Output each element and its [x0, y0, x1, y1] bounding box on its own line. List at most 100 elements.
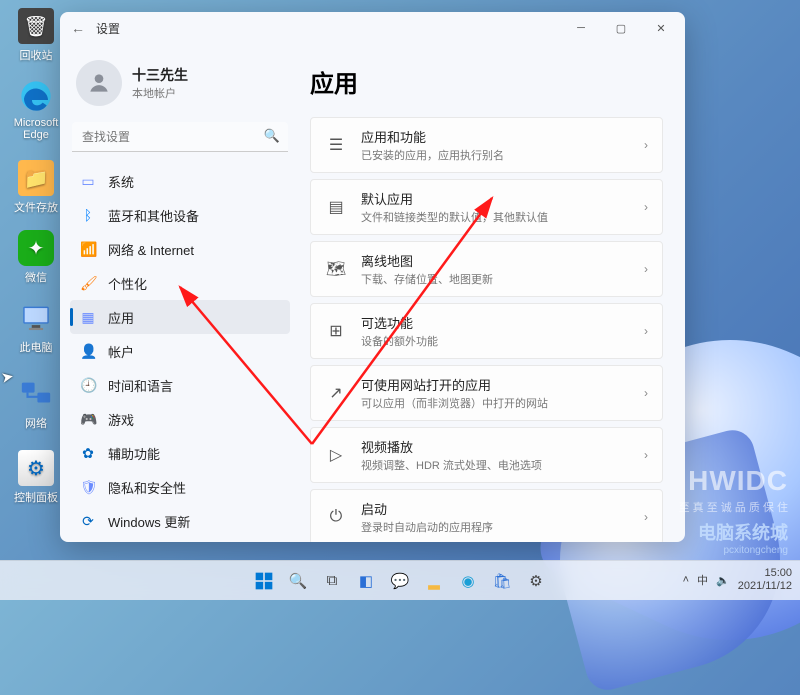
nav-item-2[interactable]: 📶 网络 & Internet	[70, 232, 290, 266]
settings-window: ← 设置 ─ ▢ ✕ 十三先生 本地帐户 🔍	[60, 12, 685, 542]
card-title: 视频播放	[361, 437, 644, 456]
close-button[interactable]: ✕	[641, 14, 681, 42]
card-sub: 登录时自动启动的应用程序	[361, 519, 644, 535]
store-icon[interactable]: 🛍	[488, 567, 516, 595]
nav-label: 个性化	[108, 274, 147, 293]
desktop-icon-recycle[interactable]: 🗑回收站	[8, 8, 64, 63]
nav-item-5[interactable]: 👤 帐户	[70, 334, 290, 368]
card-title: 默认应用	[361, 189, 644, 208]
card-sub: 可以应用（而非浏览器）中打开的网站	[361, 395, 644, 411]
settings-taskbar-icon[interactable]: ⚙	[522, 567, 550, 595]
minimize-button[interactable]: ─	[561, 14, 601, 42]
nav-item-10[interactable]: ⟳Windows 更新	[70, 504, 290, 538]
nav-item-4[interactable]: ▦ 应用	[70, 300, 290, 334]
user-block[interactable]: 十三先生 本地帐户	[70, 52, 290, 122]
nav-icon: 👤	[80, 343, 96, 360]
nav-list: ▭ 系统 ᛒ 蓝牙和其他设备 📶 网络 & Internet 🖌 个性化 ▦ 应用 👤 帐户 🕘 时间和语…	[70, 164, 290, 542]
desktop-icon-control[interactable]: ⚙控制面板	[8, 450, 64, 505]
nav-icon: 🖌	[80, 275, 96, 292]
card-sub: 文件和链接类型的默认值，其他默认值	[361, 209, 644, 225]
desktop-icon-folder[interactable]: 📁文件存放	[8, 160, 64, 215]
watermark: HWIDC 至 真 至 诚 品 质 保 住 电脑系统城 pcxitongchen…	[679, 465, 788, 556]
nav-icon: 🕘	[80, 377, 96, 394]
edge-icon	[18, 78, 54, 114]
taskbar: 🔍 ⧉ ◧ 💬 ▂ ◉ 🛍 ⚙	[0, 560, 800, 600]
card-1[interactable]: ▤默认应用文件和链接类型的默认值，其他默认值›	[310, 179, 663, 235]
clock[interactable]: 15:002021/11/12	[738, 567, 792, 592]
nav-icon: ▭	[80, 173, 96, 190]
nav-item-6[interactable]: 🕘 时间和语言	[70, 368, 290, 402]
chevron-right-icon: ›	[644, 448, 648, 462]
desktop-icon-edge[interactable]: Microsoft Edge	[8, 78, 64, 141]
cards-container: ☰应用和功能已安装的应用，应用执行别名›▤默认应用文件和链接类型的默认值，其他默…	[310, 117, 663, 542]
card-3[interactable]: ⊞可选功能设备的额外功能›	[310, 303, 663, 359]
nav-icon: ᛒ	[80, 207, 96, 223]
explorer-icon[interactable]: ▂	[420, 567, 448, 595]
maximize-button[interactable]: ▢	[601, 14, 641, 42]
desktop-icon-wechat[interactable]: ✦微信	[8, 230, 64, 285]
edge-taskbar-icon[interactable]: ◉	[454, 567, 482, 595]
card-icon: 🗺	[325, 259, 347, 279]
card-icon: ▷	[325, 445, 347, 465]
card-0[interactable]: ☰ 应用和功能已安装的应用，应用执行别名›	[310, 117, 663, 173]
search-input[interactable]	[72, 122, 288, 152]
chat-icon[interactable]: 💬	[386, 567, 414, 595]
nav-label: 隐私和安全性	[108, 478, 186, 497]
nav-label: 帐户	[108, 342, 134, 361]
system-tray[interactable]: ˄ 中 🔈 15:002021/11/12	[683, 560, 792, 600]
chevron-right-icon: ›	[644, 510, 648, 524]
wechat-icon: ✦	[18, 230, 54, 266]
chevron-right-icon: ›	[644, 138, 648, 152]
start-button[interactable]	[250, 567, 278, 595]
nav-icon: 📶	[80, 241, 96, 258]
nav-item-1[interactable]: ᛒ 蓝牙和其他设备	[70, 198, 290, 232]
nav-item-3[interactable]: 🖌 个性化	[70, 266, 290, 300]
card-icon: ⊞	[325, 321, 347, 341]
desktop-icon-thispc[interactable]: 此电脑	[8, 300, 64, 355]
nav-item-7[interactable]: 🎮游戏	[70, 402, 290, 436]
card-title: 应用和功能	[361, 127, 644, 146]
folder-icon: 📁	[18, 160, 54, 196]
card-sub: 设备的额外功能	[361, 333, 644, 349]
back-button[interactable]: ←	[64, 20, 92, 36]
nav-item-8[interactable]: ✿辅助功能	[70, 436, 290, 470]
nav-icon: ⟳	[80, 513, 96, 530]
nav-icon: ▦	[80, 309, 96, 326]
nav-label: 系统	[108, 172, 134, 191]
card-icon: ☰	[325, 135, 347, 155]
taskbar-search-icon[interactable]: 🔍	[284, 567, 312, 595]
card-sub: 已安装的应用，应用执行别名	[361, 147, 644, 163]
card-5[interactable]: ▷ 视频播放视频调整、HDR 流式处理、电池选项›	[310, 427, 663, 483]
card-icon: ↗	[325, 383, 347, 403]
card-4[interactable]: ↗可使用网站打开的应用可以应用（而非浏览器）中打开的网站›	[310, 365, 663, 421]
nav-label: 辅助功能	[108, 444, 160, 463]
volume-icon[interactable]: 🔈	[716, 574, 730, 587]
nav-item-9[interactable]: 🛡 隐私和安全性	[70, 470, 290, 504]
nav-label: 时间和语言	[108, 376, 173, 395]
nav-label: 网络 & Internet	[108, 240, 194, 259]
nav-label: 蓝牙和其他设备	[108, 206, 199, 225]
nav-icon: 🛡	[80, 479, 96, 496]
card-title: 离线地图	[361, 251, 644, 270]
card-icon: ⏻	[325, 508, 347, 526]
ime-icon[interactable]: 中	[697, 572, 708, 588]
user-sub: 本地帐户	[132, 85, 188, 101]
card-2[interactable]: 🗺离线地图下载、存储位置、地图更新›	[310, 241, 663, 297]
nav-item-0[interactable]: ▭ 系统	[70, 164, 290, 198]
titlebar: ← 设置 ─ ▢ ✕	[60, 12, 685, 44]
avatar-icon	[76, 60, 122, 106]
taskview-icon[interactable]: ⧉	[318, 567, 346, 595]
pc-icon	[18, 300, 54, 336]
card-title: 可使用网站打开的应用	[361, 375, 644, 394]
chevron-right-icon: ›	[644, 200, 648, 214]
nav-label: 应用	[108, 308, 134, 327]
search-box[interactable]: 🔍	[72, 122, 288, 152]
card-6[interactable]: ⏻启动登录时自动启动的应用程序›	[310, 489, 663, 542]
widgets-icon[interactable]: ◧	[352, 567, 380, 595]
card-sub: 视频调整、HDR 流式处理、电池选项	[361, 457, 644, 473]
desktop-icon-network[interactable]: 网络	[8, 376, 64, 431]
tray-chevron-icon[interactable]: ˄	[683, 574, 689, 586]
page-title: 应用	[310, 64, 663, 99]
card-title: 可选功能	[361, 313, 644, 332]
search-icon: 🔍	[264, 128, 280, 144]
